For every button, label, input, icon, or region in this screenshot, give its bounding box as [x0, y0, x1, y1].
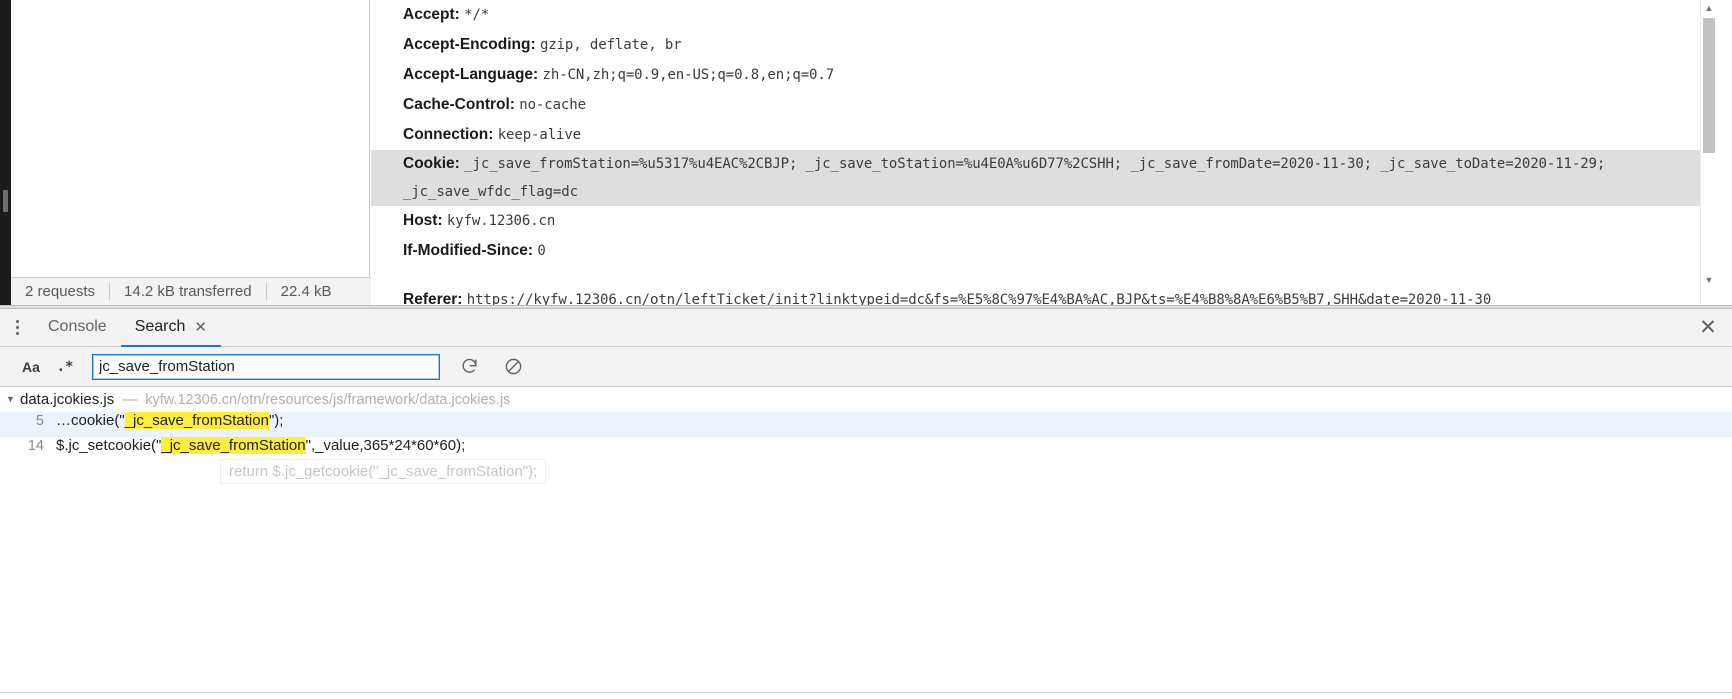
header-value-if-modified-since: 0: [537, 243, 546, 259]
search-input[interactable]: [92, 353, 440, 380]
devtools-drawer: Console Search ✕ ✕ Aa .* jc_save_fromSta…: [0, 309, 1732, 699]
header-value-accept-language: zh-CN,zh;q=0.9,en-US;q=0.8,en;q=0.7: [542, 67, 835, 83]
result-match-row[interactable]: 5 …cookie(" _jc_save_fromStation ");: [0, 412, 1732, 437]
header-row-if-modified-since: If-Modified-Since: 0: [371, 236, 1716, 266]
header-row-cache-control: Cache-Control: no-cache: [371, 90, 1716, 120]
drawer-close-icon[interactable]: ✕: [1698, 317, 1718, 338]
window-bottom-edge: [0, 692, 1732, 699]
search-results: ▼ data.jcokies.js — kyfw.12306.cn/otn/re…: [0, 387, 1732, 698]
result-code-match: _jc_save_fromStation: [124, 412, 269, 429]
result-line-number: 5: [35, 413, 44, 429]
expander-triangle-icon[interactable]: ▼: [6, 387, 20, 412]
header-name-referer: Referer:: [403, 291, 463, 305]
header-name-cache-control: Cache-Control:: [403, 96, 515, 113]
left-gutter: [0, 0, 11, 305]
request-headers-pane: Accept: */* Accept-Encoding: gzip, defla…: [371, 0, 1716, 305]
result-match-row[interactable]: 14 $.jc_setcookie(" _jc_save_fromStation "…: [0, 437, 1732, 484]
header-row-accept-language: Accept-Language: zh-CN,zh;q=0.9,en-US;q=…: [371, 60, 1716, 90]
header-value-accept-encoding: gzip, deflate, br: [539, 37, 682, 53]
header-row-referer: Referer: https://kyfw.12306.cn/otn/leftT…: [371, 285, 1716, 305]
devtools-window: 2 requests 14.2 kB transferred 22.4 kB A…: [0, 0, 1732, 699]
search-toolbar: Aa .*: [0, 347, 1732, 387]
summary-transferred: 14.2 kB transferred: [124, 282, 252, 300]
headers-vertical-scrollbar[interactable]: ▲ ▼: [1700, 0, 1716, 305]
network-summary-bar: 2 requests 14.2 kB transferred 22.4 kB: [11, 277, 371, 305]
tab-console-label: Console: [48, 318, 107, 335]
header-value-cookie: _jc_save_fromStation=%u5317%u4EAC%2CBJP;…: [403, 156, 1606, 200]
header-value-accept: */*: [464, 7, 490, 23]
result-code-post: ");: [268, 412, 284, 429]
result-tooltip: return $.jc_getcookie("_jc_save_fromStat…: [220, 459, 547, 484]
header-row-accept-encoding: Accept-Encoding: gzip, deflate, br: [371, 30, 1716, 60]
network-request-list[interactable]: [11, 0, 370, 277]
result-line-number: 14: [27, 438, 44, 454]
tab-search-label: Search: [134, 318, 186, 335]
tab-search[interactable]: Search ✕: [120, 309, 221, 347]
header-name-host: Host:: [403, 212, 443, 229]
match-case-toggle[interactable]: Aa: [14, 352, 48, 382]
scroll-up-arrow-icon[interactable]: ▲: [1701, 0, 1716, 16]
header-row-connection: Connection: keep-alive: [371, 120, 1716, 150]
refresh-icon[interactable]: [452, 352, 486, 382]
result-file-dash: —: [122, 391, 138, 408]
panel-resize-grip[interactable]: [3, 190, 8, 212]
result-code-pre: …cookie(": [56, 412, 125, 429]
summary-requests: 2 requests: [25, 282, 96, 300]
header-value-cache-control: no-cache: [519, 97, 586, 113]
network-panel: 2 requests 14.2 kB transferred 22.4 kB A…: [11, 0, 1732, 305]
scroll-down-arrow-icon[interactable]: ▼: [1701, 272, 1716, 288]
kebab-menu-icon[interactable]: [0, 309, 34, 347]
regex-toggle[interactable]: .*: [48, 352, 82, 382]
header-name-if-modified-since: If-Modified-Since:: [403, 242, 534, 259]
result-file-group[interactable]: ▼ data.jcokies.js — kyfw.12306.cn/otn/re…: [0, 387, 1732, 412]
header-value-host: kyfw.12306.cn: [446, 213, 556, 229]
result-file-url: kyfw.12306.cn/otn/resources/js/framework…: [145, 391, 511, 408]
clear-icon[interactable]: [496, 352, 530, 382]
result-file-name: data.jcokies.js: [20, 391, 115, 408]
tab-search-close-icon[interactable]: ✕: [194, 320, 207, 335]
result-code-match: _jc_save_fromStation: [161, 437, 306, 454]
result-code-post: ",_value,365*24*60*60);: [305, 437, 466, 454]
header-name-accept: Accept:: [403, 6, 460, 23]
scrollbar-thumb[interactable]: [1703, 18, 1715, 153]
result-code-pre: $.jc_setcookie(": [56, 437, 162, 454]
drawer-tab-bar: Console Search ✕ ✕: [0, 309, 1732, 347]
header-name-accept-encoding: Accept-Encoding:: [403, 36, 536, 53]
header-row-cookie: Cookie: _jc_save_fromStation=%u5317%u4EA…: [371, 150, 1716, 206]
summary-resources: 22.4 kB: [280, 282, 332, 300]
header-value-connection: keep-alive: [497, 127, 582, 143]
header-name-cookie: Cookie:: [403, 155, 460, 172]
header-row-host: Host: kyfw.12306.cn: [371, 206, 1716, 236]
header-row-accept: Accept: */*: [371, 0, 1716, 30]
header-value-referer: https://kyfw.12306.cn/otn/leftTicket/ini…: [466, 292, 1492, 305]
header-name-accept-language: Accept-Language:: [403, 66, 539, 83]
header-name-connection: Connection:: [403, 126, 494, 143]
tab-console[interactable]: Console: [34, 309, 121, 347]
